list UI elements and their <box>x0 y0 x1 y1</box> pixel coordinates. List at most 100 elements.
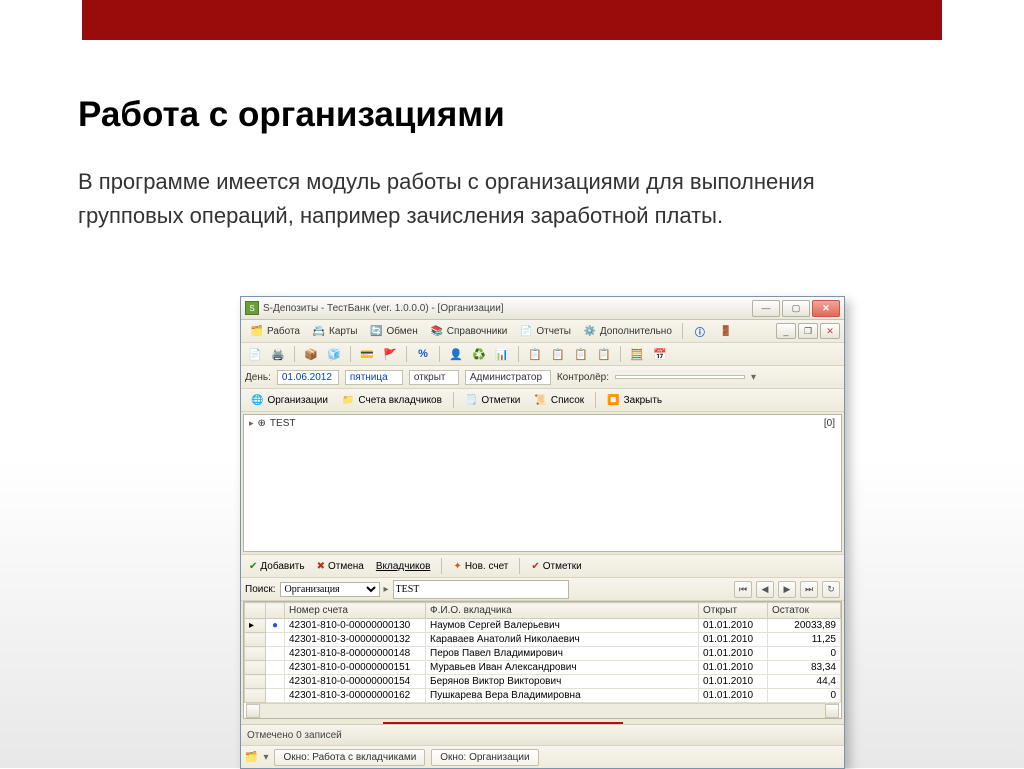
x-icon: ✖ <box>317 561 325 572</box>
cell-account: 42301-810-3-00000000132 <box>285 633 426 647</box>
chevron-down-icon[interactable]: ▾ <box>263 752 268 763</box>
tab-accounts[interactable]: 📁Счета вкладчиков <box>336 393 448 408</box>
tree-panel[interactable]: ▸ ⊕ TEST [0] <box>243 414 842 552</box>
app-icon: S <box>245 301 259 315</box>
gear-icon: ⚙️ <box>583 324 597 338</box>
cell-opened: 01.01.2010 <box>699 689 768 703</box>
search-input[interactable] <box>393 580 569 599</box>
cell-fio: Наумов Сергей Валерьевич <box>426 619 699 633</box>
newacc-label: Нов. счет <box>465 561 509 572</box>
tab-marks[interactable]: 🗒️Отметки <box>459 393 526 408</box>
menu-reports[interactable]: 📄Отчеты <box>514 322 576 340</box>
menu-exchange[interactable]: 🔄Обмен <box>365 322 423 340</box>
table-row[interactable]: 42301-810-3-00000000132Караваев Анатолий… <box>245 633 841 647</box>
cancel-button[interactable]: ✖Отмена <box>313 559 368 574</box>
menu-refs[interactable]: 📚Справочники <box>425 322 513 340</box>
nav-first-button[interactable]: ⏮ <box>734 581 752 598</box>
tool-cube-icon[interactable]: 🧊 <box>324 344 344 364</box>
table-row[interactable]: ▸●42301-810-0-00000000130Наумов Сергей В… <box>245 619 841 633</box>
tool-box-icon[interactable]: 📦 <box>301 344 321 364</box>
tab-organizations-label: Организации <box>267 395 327 406</box>
menu-work-label: Работа <box>267 326 300 337</box>
cell-opened: 01.01.2010 <box>699 661 768 675</box>
tab-list[interactable]: 📜Список <box>528 393 590 408</box>
nav-last-button[interactable]: ⏭ <box>800 581 818 598</box>
tool-card-icon[interactable]: 💳 <box>357 344 377 364</box>
row-mark[interactable] <box>266 633 285 647</box>
nav-prev-button[interactable]: ◀ <box>756 581 774 598</box>
tool-chart-icon[interactable]: 📊 <box>492 344 512 364</box>
menu-exit[interactable]: 🚪 <box>714 322 738 340</box>
depositors-button[interactable]: Вкладчиков <box>372 559 435 574</box>
help-icon: ⓘ <box>693 324 707 338</box>
tool-doc-icon[interactable]: 📄 <box>245 344 265 364</box>
col-balance[interactable]: Остаток <box>768 603 841 619</box>
cell-opened: 01.01.2010 <box>699 647 768 661</box>
mdi-close-button[interactable]: ✕ <box>820 323 840 339</box>
marks-button[interactable]: ✔Отметки <box>527 559 585 574</box>
tab-close[interactable]: ⏹️Закрыть <box>601 393 668 408</box>
switch-depositors-window[interactable]: Окно: Работа с вкладчиками <box>274 749 425 766</box>
nav-next-button[interactable]: ▶ <box>778 581 796 598</box>
title-bar[interactable]: S S-Депозиты - ТестБанк (ver. 1.0.0.0) -… <box>241 297 844 320</box>
table-row[interactable]: 42301-810-0-00000000151Муравьев Иван Але… <box>245 661 841 675</box>
list-icon: 📜 <box>534 395 546 406</box>
tab-organizations[interactable]: 🌐 Организации <box>245 393 334 408</box>
tool-copy2-icon[interactable]: 📋 <box>548 344 568 364</box>
tool-refresh-icon[interactable]: ♻️ <box>469 344 489 364</box>
maximize-button[interactable]: ▢ <box>782 300 810 317</box>
add-button[interactable]: ✔Добавить <box>245 559 309 574</box>
mdi-restore-button[interactable]: ❐ <box>798 323 818 339</box>
dropdown-icon[interactable]: ▾ <box>751 372 756 383</box>
row-mark[interactable] <box>266 675 285 689</box>
switch-organizations-window[interactable]: Окно: Организации <box>431 749 538 766</box>
node-icon: ⊕ <box>258 418 266 429</box>
table-row[interactable]: 42301-810-3-00000000162Пушкарева Вера Вл… <box>245 689 841 703</box>
row-mark[interactable]: ● <box>266 619 285 633</box>
cards-icon: 📇 <box>312 324 326 338</box>
controller-value[interactable] <box>615 375 745 379</box>
close-button[interactable]: ✕ <box>812 300 840 317</box>
action-bar: ✔Добавить ✖Отмена Вкладчиков ✦Нов. счет … <box>241 554 844 578</box>
data-grid[interactable]: Номер счета Ф.И.О. вкладчика Открыт Оста… <box>243 601 842 719</box>
search-mode-select[interactable]: Организация <box>280 582 380 597</box>
row-indicator-col <box>245 603 266 619</box>
tool-flag-icon[interactable]: 🚩 <box>380 344 400 364</box>
tool-percent-icon[interactable]: % <box>413 344 433 364</box>
cancel-label: Отмена <box>328 561 364 572</box>
nav-refresh-button[interactable]: ↻ <box>822 581 840 598</box>
row-indicator <box>245 633 266 647</box>
tool-calc-icon[interactable]: 🧮 <box>627 344 647 364</box>
menu-work[interactable]: 🗂️Работа <box>245 322 305 340</box>
col-fio[interactable]: Ф.И.О. вкладчика <box>426 603 699 619</box>
info-bar: День: 01.06.2012 пятница открыт Админист… <box>241 366 844 389</box>
cell-account: 42301-810-8-00000000148 <box>285 647 426 661</box>
menu-cards[interactable]: 📇Карты <box>307 322 363 340</box>
tree-root-row[interactable]: ▸ ⊕ TEST <box>249 418 836 429</box>
horizontal-scrollbar[interactable] <box>246 703 839 718</box>
date-value[interactable]: 01.06.2012 <box>277 370 339 385</box>
row-indicator <box>245 675 266 689</box>
menu-extra[interactable]: ⚙️Дополнительно <box>578 322 677 340</box>
tool-user-icon[interactable]: 👤 <box>446 344 466 364</box>
tool-calendar-icon[interactable]: 📅 <box>650 344 670 364</box>
row-mark[interactable] <box>266 661 285 675</box>
col-opened[interactable]: Открыт <box>699 603 768 619</box>
row-mark[interactable] <box>266 689 285 703</box>
tool-copy-icon[interactable]: 📋 <box>525 344 545 364</box>
table-row[interactable]: 42301-810-0-00000000154Берянов Виктор Ви… <box>245 675 841 689</box>
expand-icon[interactable]: ▸ <box>249 418 254 429</box>
table-row[interactable]: 42301-810-8-00000000148Перов Павел Влади… <box>245 647 841 661</box>
door-icon: 🚪 <box>719 324 733 338</box>
col-account[interactable]: Номер счета <box>285 603 426 619</box>
row-mark[interactable] <box>266 647 285 661</box>
globe-icon: 🌐 <box>251 395 263 406</box>
tool-paste2-icon[interactable]: 📋 <box>594 344 614 364</box>
tool-paste-icon[interactable]: 📋 <box>571 344 591 364</box>
mdi-minimize-button[interactable]: _ <box>776 323 796 339</box>
mark-col[interactable] <box>266 603 285 619</box>
newacc-button[interactable]: ✦Нов. счет <box>449 559 512 574</box>
minimize-button[interactable]: — <box>752 300 780 317</box>
menu-help[interactable]: ⓘ <box>688 322 712 340</box>
tool-print-icon[interactable]: 🖨️ <box>268 344 288 364</box>
